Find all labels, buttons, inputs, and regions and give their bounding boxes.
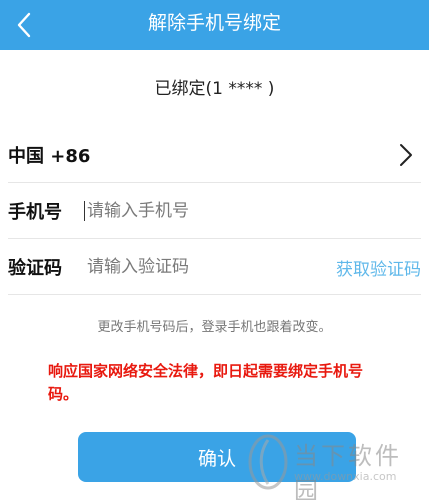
confirm-button[interactable]: 确认 bbox=[78, 432, 356, 482]
page-title: 解除手机号绑定 bbox=[147, 12, 281, 34]
bound-phone-text: 已绑定(1 **** ) bbox=[154, 79, 275, 99]
chevron-right-icon bbox=[395, 144, 417, 166]
country-code-label: 中国 +86 bbox=[8, 146, 91, 167]
change-hint: 更改手机号码后，登录手机也跟着改变。 bbox=[97, 320, 332, 335]
phone-input[interactable] bbox=[84, 201, 364, 221]
phone-row: 手机号 bbox=[8, 184, 421, 239]
chevron-left-icon bbox=[17, 12, 31, 38]
back-button[interactable] bbox=[0, 0, 48, 50]
top-bar: 解除手机号绑定 bbox=[0, 0, 429, 50]
code-row: 验证码 获取验证码 bbox=[8, 240, 421, 295]
phone-label: 手机号 bbox=[8, 202, 62, 223]
security-warning: 响应国家网络安全法律，即日起需要绑定手机号码。 bbox=[48, 362, 364, 403]
country-selector[interactable]: 中国 +86 bbox=[8, 128, 421, 183]
get-code-button[interactable]: 获取验证码 bbox=[336, 255, 421, 280]
verification-code-input[interactable] bbox=[87, 257, 287, 277]
code-label: 验证码 bbox=[8, 258, 62, 279]
